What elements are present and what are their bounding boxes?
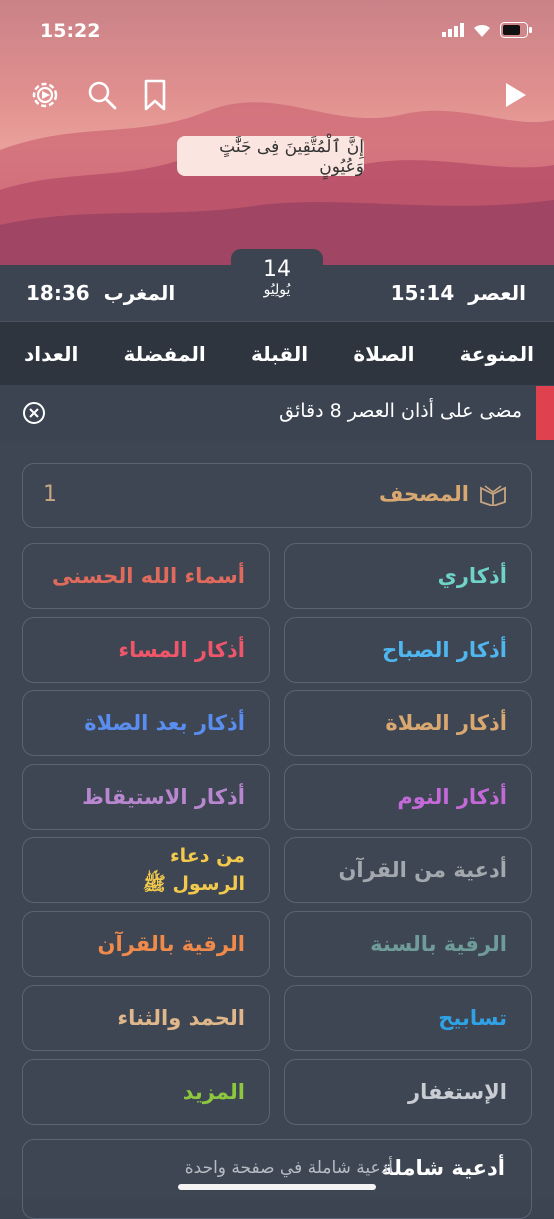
status-time: 15:22 [40, 20, 101, 42]
current-prayer-time: 15:14 [390, 281, 455, 305]
tile-prayer-adhkar[interactable]: أذكار الصلاة [284, 690, 532, 756]
tile-praise[interactable]: الحمد والثناء [22, 985, 270, 1051]
tile-names-of-allah[interactable]: أسماء الله الحسنى [22, 543, 270, 609]
tile-sleep-adhkar[interactable]: أذكار النوم [284, 764, 532, 830]
tile-istighfar[interactable]: الإستغفار [284, 1059, 532, 1125]
quran-book-icon [480, 485, 506, 506]
tile-label-line1: من دعاء [169, 845, 245, 867]
tab-bar: المنوعة الصلاة القبلة المفضلة العداد [0, 321, 554, 385]
tab-misc[interactable]: المنوعة [460, 342, 534, 366]
card-subtitle: أدعية شاملة في صفحة واحدة [184, 1158, 393, 1178]
next-prayer-name: المغرب [103, 281, 176, 305]
tile-after-prayer-adhkar[interactable]: أذكار بعد الصلاة [22, 690, 270, 756]
tile-label: الحمد والثناء [117, 1006, 245, 1030]
tile-my-adhkar[interactable]: أذكاري [284, 543, 532, 609]
tile-tasbih[interactable]: تسابيح [284, 985, 532, 1051]
mushaf-page-number: 1 [43, 482, 57, 507]
next-prayer-time: 18:36 [26, 281, 90, 305]
tile-ruqya-sunnah[interactable]: الرقية بالسنة [284, 911, 532, 977]
status-icons [442, 22, 532, 38]
signal-icon [442, 23, 464, 37]
tile-waking-adhkar[interactable]: أذكار الاستيقاظ [22, 764, 270, 830]
play-icon[interactable] [498, 78, 532, 112]
current-prayer[interactable]: العصر 15:14 [391, 281, 526, 305]
tile-label-line2: الرسول ﷺ [142, 873, 245, 895]
comprehensive-duas-card[interactable]: أدعية شاملة أدعية شاملة في صفحة واحدة [22, 1139, 532, 1219]
mushaf-label: المصحف [379, 482, 469, 506]
date-badge[interactable]: 14 يُولِيُو [231, 249, 323, 321]
bookmark-icon[interactable] [138, 78, 172, 112]
tile-label: أذكار المساء [118, 638, 245, 662]
tile-label: المزيد [182, 1080, 245, 1104]
notice-accent [536, 386, 554, 440]
tile-label: تسابيح [438, 1006, 507, 1030]
tab-favorites[interactable]: المفضلة [124, 342, 206, 366]
tile-label: أدعية من القرآن [338, 858, 507, 882]
settings-gear-icon[interactable] [28, 78, 62, 112]
date-day: 14 [263, 257, 291, 282]
tile-label: أذكار الاستيقاظ [82, 785, 245, 809]
tile-label: أذكار النوم [397, 785, 507, 809]
next-prayer[interactable]: المغرب 18:36 [26, 281, 175, 305]
header-hero: 15:22 إِنَّ ٱلْمُتَّقِينَ فِى جَنَّٰتٍ و… [0, 0, 554, 265]
tile-prophet-duas[interactable]: من دعاء الرسول ﷺ [22, 837, 270, 903]
wifi-icon [474, 24, 490, 37]
close-icon[interactable] [22, 401, 46, 425]
home-indicator[interactable] [178, 1184, 376, 1190]
search-icon[interactable] [85, 78, 119, 112]
tile-label: أذكار بعد الصلاة [84, 711, 245, 735]
tile-more[interactable]: المزيد [22, 1059, 270, 1125]
tile-ruqya-quran[interactable]: الرقية بالقرآن [22, 911, 270, 977]
tile-morning-adhkar[interactable]: أذكار الصباح [284, 617, 532, 683]
verse-card[interactable]: إِنَّ ٱلْمُتَّقِينَ فِى جَنَّٰتٍ وَعُيُو… [177, 136, 364, 177]
tile-evening-adhkar[interactable]: أذكار المساء [22, 617, 270, 683]
tile-label: الرقية بالقرآن [97, 932, 245, 956]
tile-label: أذكار الصباح [382, 638, 507, 662]
tile-label: الإستغفار [407, 1080, 507, 1104]
tab-counter[interactable]: العداد [24, 342, 78, 366]
card-title: أدعية شاملة [381, 1156, 505, 1180]
main-content: المصحف 1 أذكاري أسماء الله الحسنى أذكار … [0, 441, 554, 1219]
battery-icon [500, 22, 532, 38]
mushaf-card[interactable]: المصحف 1 [22, 463, 532, 528]
current-prayer-name: العصر [468, 281, 526, 305]
tile-label: أسماء الله الحسنى [52, 564, 245, 588]
tile-label: الرقية بالسنة [370, 932, 507, 956]
tile-label: أذكاري [437, 564, 507, 588]
adhan-notice: مضى على أذان العصر 8 دقائق [0, 386, 554, 440]
tile-quran-duas[interactable]: أدعية من القرآن [284, 837, 532, 903]
tile-label-block: من دعاء الرسول ﷺ [143, 842, 245, 898]
tile-label: أذكار الصلاة [385, 711, 507, 735]
notice-text: مضى على أذان العصر 8 دقائق [279, 400, 522, 422]
tab-qibla[interactable]: القبلة [251, 342, 308, 366]
date-month: يُولِيُو [263, 282, 291, 298]
tab-prayer[interactable]: الصلاة [353, 342, 414, 366]
